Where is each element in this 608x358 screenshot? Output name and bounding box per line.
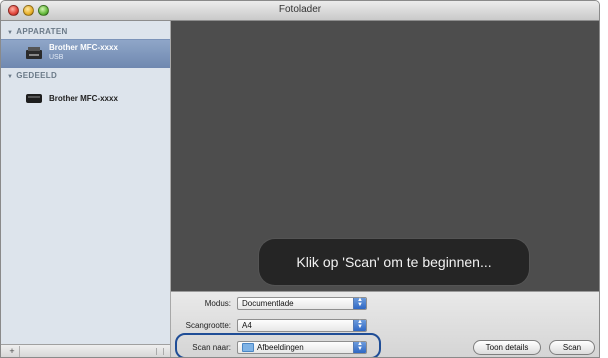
scan-to-label: Scan naar:	[192, 343, 231, 352]
app-window: Fotolader ▼ APPARATEN Brother MFC-xxxx US…	[0, 0, 600, 358]
device-connection: USB	[49, 54, 64, 61]
sidebar-item-shared-device[interactable]: Brother MFC-xxxx	[1, 85, 170, 113]
select-arrows-icon: ▲ ▼	[353, 319, 366, 331]
disclosure-triangle-icon[interactable]: ▼	[7, 30, 13, 36]
folder-icon	[242, 343, 254, 353]
add-device-button[interactable]: +	[5, 346, 20, 357]
size-label: Scangrootte:	[185, 321, 231, 330]
section-header-gedeeld[interactable]: ▼ GEDEELD	[7, 71, 57, 80]
disclosure-triangle-icon[interactable]: ▼	[7, 74, 13, 80]
device-name: Brother MFC-xxxx	[49, 94, 118, 103]
scan-preview-area: Klik op 'Scan' om te beginnen...	[171, 21, 599, 291]
mode-select[interactable]: Documentlade ▲ ▼	[237, 297, 367, 310]
scan-button[interactable]: Scan	[549, 340, 595, 355]
device-sidebar: ▼ APPARATEN Brother MFC-xxxx USB ▼ GEDEELD…	[1, 21, 171, 357]
size-select[interactable]: A4 ▲ ▼	[237, 319, 367, 332]
printer-icon	[26, 47, 42, 59]
title-bar[interactable]: Fotolader	[1, 1, 599, 21]
sidebar-item-usb-device[interactable]: Brother MFC-xxxx USB	[1, 39, 170, 68]
scan-hint-overlay: Klik op 'Scan' om te beginnen...	[259, 239, 529, 285]
window-title: Fotolader	[278, 4, 322, 15]
sidebar-footer: +	[1, 344, 170, 357]
printer-icon	[26, 94, 42, 103]
section-header-apparaten[interactable]: ▼ APPARATEN	[7, 27, 68, 36]
device-name: Brother MFC-xxxx	[49, 43, 118, 52]
scan-to-select[interactable]: Afbeeldingen ▲ ▼	[237, 341, 367, 354]
resize-handle[interactable]	[156, 348, 164, 355]
show-details-button[interactable]: Toon details	[473, 340, 541, 355]
select-arrows-icon: ▲ ▼	[353, 341, 366, 353]
scan-controls: Modus: Documentlade ▲ ▼ Scangrootte: A4 ▲…	[171, 291, 599, 357]
select-arrows-icon: ▲ ▼	[353, 297, 366, 309]
mode-label: Modus:	[204, 299, 231, 308]
